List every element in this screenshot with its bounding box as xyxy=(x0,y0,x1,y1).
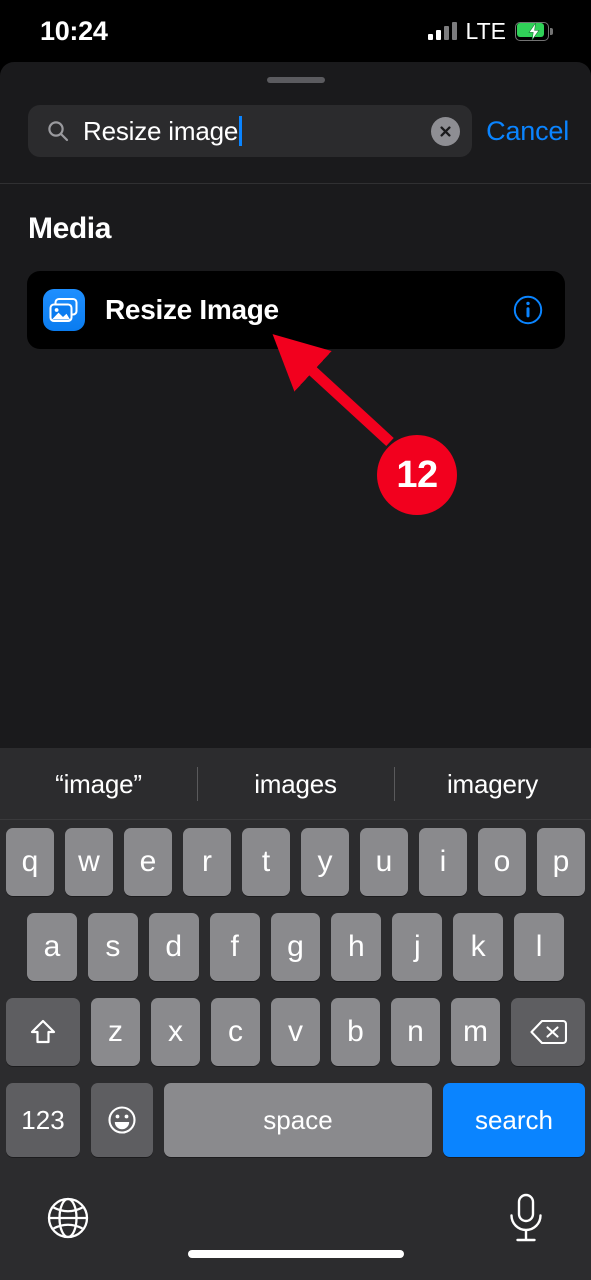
microphone-dictation-icon[interactable] xyxy=(505,1192,547,1244)
search-input[interactable]: Resize image xyxy=(28,105,473,157)
photo-stack-icon xyxy=(43,289,85,331)
key-f[interactable]: f xyxy=(209,913,260,981)
search-bar-row: Resize image Cancel xyxy=(0,100,591,162)
key-l[interactable]: l xyxy=(514,913,565,981)
charging-bolt-icon xyxy=(528,22,540,40)
status-time: 10:24 xyxy=(40,15,108,46)
key-e[interactable]: e xyxy=(124,828,172,896)
home-indicator-bar[interactable] xyxy=(187,1250,404,1258)
numbers-key[interactable]: 123 xyxy=(6,1083,80,1157)
clear-search-button[interactable] xyxy=(431,116,461,146)
key-g[interactable]: g xyxy=(270,913,321,981)
search-bar-separator xyxy=(0,183,591,184)
search-sheet: Resize image Cancel Media Resize Image xyxy=(0,62,591,748)
keyboard-row-4: 123 space search xyxy=(0,1083,591,1157)
search-result-resize-image[interactable]: Resize Image xyxy=(27,271,565,349)
info-circle-icon[interactable] xyxy=(513,295,543,325)
phone-screen: 10:24 LTE Resize image Cancel Media Resi… xyxy=(0,0,591,1280)
shift-arrow-icon xyxy=(30,1019,56,1044)
backspace-delete-icon xyxy=(530,1019,567,1045)
backspace-key[interactable] xyxy=(511,998,585,1066)
status-indicators: LTE xyxy=(427,17,553,45)
step-badge: 12 xyxy=(377,435,457,515)
battery-charging-icon xyxy=(515,21,553,41)
on-screen-keyboard: “image” images imagery q w e r t y u i o… xyxy=(0,748,591,1280)
search-input-text: Resize image xyxy=(83,116,418,147)
key-t[interactable]: t xyxy=(242,828,290,896)
globe-language-icon[interactable] xyxy=(44,1194,92,1242)
section-header-media: Media xyxy=(28,212,112,245)
key-a[interactable]: a xyxy=(27,913,77,981)
search-return-key[interactable]: search xyxy=(443,1083,585,1157)
key-m[interactable]: m xyxy=(451,998,500,1066)
result-label: Resize Image xyxy=(105,294,279,325)
key-d[interactable]: d xyxy=(148,913,199,981)
cancel-button[interactable]: Cancel xyxy=(486,116,569,147)
search-query-value: Resize image xyxy=(83,115,239,146)
status-bar: 10:24 LTE xyxy=(0,0,591,62)
key-c[interactable]: c xyxy=(211,998,260,1066)
shift-key[interactable] xyxy=(6,998,80,1066)
key-q[interactable]: q xyxy=(6,828,54,896)
predictive-bar-separator xyxy=(0,819,591,820)
search-icon xyxy=(48,121,69,142)
key-s[interactable]: s xyxy=(87,913,138,981)
key-r[interactable]: r xyxy=(183,828,231,896)
key-y[interactable]: y xyxy=(301,828,349,896)
keyboard-bottom-bar xyxy=(0,1178,591,1280)
keyboard-row-2: a s d f g h j k l xyxy=(0,913,591,981)
cellular-signal-icon xyxy=(427,22,457,40)
clear-circle-icon xyxy=(440,125,451,137)
prediction-1[interactable]: images xyxy=(197,769,394,800)
key-p[interactable]: p xyxy=(537,828,585,896)
predictive-text-bar: “image” images imagery xyxy=(0,748,591,820)
sheet-grabber-handle[interactable] xyxy=(266,77,325,83)
key-o[interactable]: o xyxy=(478,828,526,896)
key-w[interactable]: w xyxy=(65,828,113,896)
key-v[interactable]: v xyxy=(271,998,320,1066)
emoji-key[interactable] xyxy=(91,1083,153,1157)
key-k[interactable]: k xyxy=(453,913,504,981)
step-badge-number: 12 xyxy=(396,453,438,496)
photo-stack-glyph xyxy=(49,298,78,322)
key-n[interactable]: n xyxy=(391,998,440,1066)
key-u[interactable]: u xyxy=(360,828,408,896)
keyboard-row-3: z x c v b n m xyxy=(0,998,591,1066)
key-h[interactable]: h xyxy=(331,913,382,981)
key-i[interactable]: i xyxy=(419,828,467,896)
prediction-2[interactable]: imagery xyxy=(394,769,591,800)
text-cursor xyxy=(239,116,243,146)
network-type-label: LTE xyxy=(465,17,506,44)
key-b[interactable]: b xyxy=(331,998,380,1066)
emoji-smiley-icon xyxy=(108,1106,136,1134)
space-key[interactable]: space xyxy=(164,1083,432,1157)
key-x[interactable]: x xyxy=(151,998,200,1066)
prediction-0[interactable]: “image” xyxy=(0,769,197,800)
keyboard-row-1: q w e r t y u i o p xyxy=(0,828,591,896)
key-j[interactable]: j xyxy=(392,913,443,981)
key-z[interactable]: z xyxy=(91,998,140,1066)
